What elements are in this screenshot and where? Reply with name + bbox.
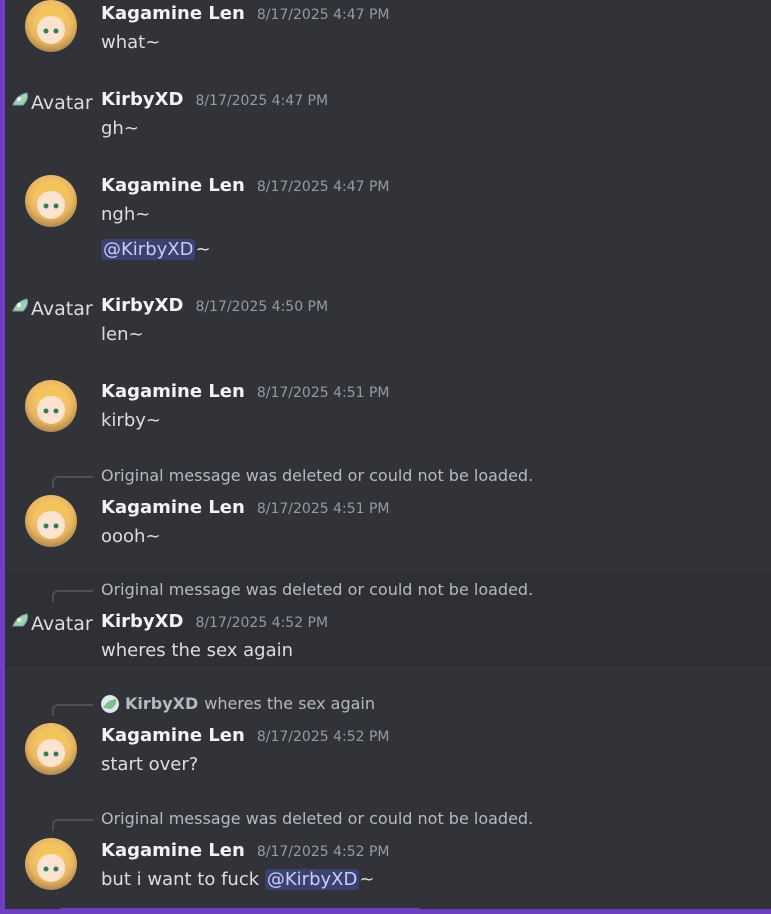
reply-author[interactable]: KirbyXD: [125, 694, 198, 713]
broken-image-icon: [11, 91, 31, 109]
reply-preview[interactable]: Original message was deleted or could no…: [101, 809, 533, 828]
author-name[interactable]: Kagamine Len: [101, 175, 245, 196]
timestamp: 8/17/2025 4:47 PM: [195, 93, 329, 109]
avatar[interactable]: [25, 838, 77, 890]
broken-avatar[interactable]: Avatar: [11, 298, 93, 320]
message: Kagamine Len 8/17/2025 4:47 PM ngh~ @Kir…: [0, 172, 771, 272]
author-name[interactable]: KirbyXD: [101, 611, 183, 632]
reply-preview[interactable]: Original message was deleted or could no…: [101, 580, 533, 599]
user-mention[interactable]: @KirbyXD: [101, 239, 196, 260]
timestamp: 8/17/2025 4:52 PM: [256, 844, 390, 860]
reply-preview[interactable]: Original message was deleted or could no…: [101, 466, 533, 485]
author-name[interactable]: Kagamine Len: [101, 3, 245, 24]
avatar-alt-text: Avatar: [31, 298, 93, 320]
author-name[interactable]: Kagamine Len: [101, 381, 245, 402]
timestamp: 8/17/2025 4:51 PM: [256, 385, 390, 401]
message-text: len~: [101, 324, 144, 345]
message: Kagamine Len 8/17/2025 4:51 PM kirby~: [0, 378, 771, 448]
avatar[interactable]: [25, 723, 77, 775]
message-text: oooh~: [101, 526, 161, 547]
message: Original message was deleted or could no…: [0, 807, 771, 907]
message-text: ngh~: [101, 204, 151, 225]
avatar[interactable]: [25, 380, 77, 432]
message-text: but i want to fuck @KirbyXD ~: [101, 869, 374, 890]
timestamp: 8/17/2025 4:52 PM: [256, 729, 390, 745]
message-suffix: ~: [359, 869, 375, 890]
message-suffix: ~: [195, 239, 211, 260]
message-text: start over?: [101, 754, 199, 775]
message-text: gh~: [101, 118, 139, 139]
message-prefix: but i want to fuck: [101, 869, 265, 890]
message: Original message was deleted or could no…: [0, 464, 771, 564]
timestamp: 8/17/2025 4:47 PM: [256, 7, 390, 23]
timestamp: 8/17/2025 4:47 PM: [256, 179, 390, 195]
message-text: @KirbyXD ~: [101, 239, 211, 260]
avatar[interactable]: [25, 175, 77, 227]
message-text: what~: [101, 32, 161, 53]
broken-image-icon: [11, 612, 31, 630]
avatar[interactable]: [25, 495, 77, 547]
message: Avatar KirbyXD 8/17/2025 4:47 PM gh~: [0, 86, 771, 156]
reply-avatar-icon: [101, 694, 119, 713]
reply-preview[interactable]: KirbyXD wheres the sex again: [101, 694, 375, 713]
message-text: kirby~: [101, 410, 161, 431]
reply-spine: [52, 476, 93, 488]
reply-spine: [52, 819, 93, 831]
reply-spine: [52, 704, 93, 716]
author-name[interactable]: Kagamine Len: [101, 497, 245, 518]
reply-spine: [52, 590, 93, 602]
author-name[interactable]: Kagamine Len: [101, 725, 245, 746]
author-name[interactable]: Kagamine Len: [101, 840, 245, 861]
message: Kagamine Len 8/17/2025 4:47 PM what~: [0, 0, 771, 70]
timestamp: 8/17/2025 4:50 PM: [195, 299, 329, 315]
message: Avatar KirbyXD 8/17/2025 4:50 PM len~: [0, 292, 771, 362]
avatar-alt-text: Avatar: [31, 613, 93, 635]
avatar-alt-text: Avatar: [31, 92, 93, 114]
message-hovered: Original message was deleted or could no…: [5, 575, 771, 667]
author-name[interactable]: KirbyXD: [101, 295, 183, 316]
broken-avatar[interactable]: Avatar: [11, 92, 93, 114]
timestamp: 8/17/2025 4:52 PM: [195, 615, 329, 631]
avatar[interactable]: [25, 0, 77, 52]
bottom-scroll-indicator: [60, 908, 420, 914]
timestamp: 8/17/2025 4:51 PM: [256, 501, 390, 517]
reply-content: wheres the sex again: [204, 694, 375, 713]
broken-image-icon: [11, 297, 31, 315]
author-name[interactable]: KirbyXD: [101, 89, 183, 110]
user-mention[interactable]: @KirbyXD: [264, 869, 360, 890]
message-text: wheres the sex again: [101, 640, 294, 661]
broken-avatar[interactable]: Avatar: [11, 613, 93, 635]
message: KirbyXD wheres the sex again Kagamine Le…: [0, 692, 771, 792]
